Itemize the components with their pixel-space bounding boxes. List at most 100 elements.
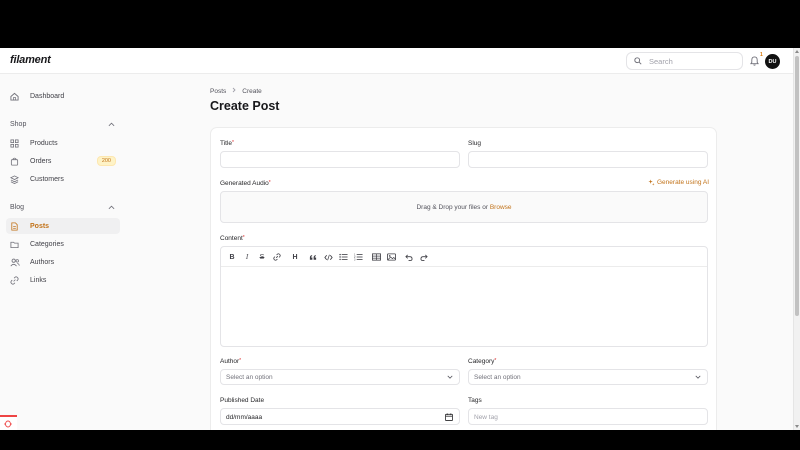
sidebar-item-orders[interactable]: Orders 200 xyxy=(6,153,120,169)
sidebar: Dashboard Shop Products Orders 200 Custo… xyxy=(0,74,125,430)
category-select-placeholder: Select an option xyxy=(474,374,521,381)
generate-using-ai-link[interactable]: Generate using AI xyxy=(648,179,709,186)
sidebar-item-label: Authors xyxy=(30,258,55,266)
category-label: Category* xyxy=(468,358,496,365)
ordered-list-button[interactable]: 123 xyxy=(353,252,363,262)
sidebar-item-posts[interactable]: Posts xyxy=(6,218,120,234)
category-select[interactable]: Select an option xyxy=(468,369,708,385)
required-mark: * xyxy=(239,358,242,364)
bug-icon xyxy=(4,420,12,428)
blockquote-button[interactable] xyxy=(308,252,318,262)
sidebar-item-links[interactable]: Links xyxy=(6,272,120,288)
published-date-label: Published Date xyxy=(220,397,265,404)
scrollbar-thumb[interactable] xyxy=(795,56,799,316)
redo-button[interactable] xyxy=(419,252,429,262)
sidebar-group-shop[interactable]: Shop xyxy=(10,121,26,128)
chevron-up-icon[interactable] xyxy=(108,205,115,210)
chevron-right-icon xyxy=(232,87,236,95)
grid-icon xyxy=(10,138,26,148)
scroll-down-arrow-icon[interactable] xyxy=(795,425,799,428)
page-title: Create Post xyxy=(210,99,280,113)
chevron-down-icon xyxy=(695,375,701,379)
author-label-text: Author xyxy=(220,358,240,365)
tags-input[interactable]: New tag xyxy=(468,408,708,425)
required-mark: * xyxy=(494,358,497,364)
author-select[interactable]: Select an option xyxy=(220,369,460,385)
dropzone-instructions: Drag & Drop your files or xyxy=(416,204,489,211)
search-icon xyxy=(634,57,642,65)
scroll-up-arrow-icon[interactable] xyxy=(795,50,799,53)
sidebar-item-label: Products xyxy=(30,139,58,147)
bullet-list-icon xyxy=(338,253,348,261)
redo-icon xyxy=(420,254,428,261)
generate-using-ai-label: Generate using AI xyxy=(657,179,710,186)
bold-button[interactable]: B xyxy=(227,252,237,262)
quote-icon xyxy=(309,254,317,260)
sidebar-item-dashboard[interactable]: Dashboard xyxy=(6,88,120,104)
slug-input[interactable] xyxy=(468,151,708,168)
sidebar-group-blog[interactable]: Blog xyxy=(10,204,24,211)
breadcrumb-current: Create xyxy=(242,87,262,95)
title-input[interactable] xyxy=(220,151,460,168)
slug-label: Slug xyxy=(468,140,482,147)
chevron-down-icon xyxy=(447,375,453,379)
audio-dropzone[interactable]: Drag & Drop your files or Browse xyxy=(220,191,708,223)
sidebar-item-authors[interactable]: Authors xyxy=(6,254,120,270)
required-mark: * xyxy=(242,235,245,241)
author-select-placeholder: Select an option xyxy=(226,374,273,381)
undo-icon xyxy=(405,254,413,261)
svg-text:3: 3 xyxy=(354,259,356,261)
chevron-up-icon[interactable] xyxy=(108,122,115,127)
notifications-bell-icon[interactable] xyxy=(750,56,759,66)
rich-text-editor[interactable]: B I S H 123 xyxy=(220,246,708,347)
dropzone-text: Drag & Drop your files or Browse xyxy=(221,204,707,211)
create-post-form: Title* Slug Generated Audio* Generate us… xyxy=(210,127,717,430)
sidebar-item-customers[interactable]: Customers xyxy=(6,171,120,187)
bullet-list-button[interactable] xyxy=(338,252,348,262)
home-icon xyxy=(10,92,26,101)
debug-widget[interactable] xyxy=(0,415,17,430)
breadcrumb-posts-link[interactable]: Posts xyxy=(210,88,226,95)
sparkles-icon xyxy=(648,179,655,186)
title-label-text: Title xyxy=(220,140,233,147)
sidebar-item-label: Dashboard xyxy=(30,92,65,100)
published-date-value: dd/mm/aaaa xyxy=(226,414,263,421)
browse-link[interactable]: Browse xyxy=(490,204,512,211)
global-search[interactable] xyxy=(626,52,743,70)
table-button[interactable] xyxy=(371,252,381,262)
folder-icon xyxy=(10,240,26,249)
search-input[interactable] xyxy=(649,54,739,68)
user-avatar[interactable]: DU xyxy=(765,54,780,69)
calendar-icon[interactable] xyxy=(445,413,453,421)
content-label-text: Content xyxy=(220,235,243,242)
notification-count-badge: 1 xyxy=(760,52,763,58)
tags-label: Tags xyxy=(468,397,482,404)
link-icon xyxy=(10,275,26,285)
sidebar-item-products[interactable]: Products xyxy=(6,135,120,151)
generated-audio-label: Generated Audio* xyxy=(220,180,271,187)
topbar: filament 1 DU xyxy=(0,48,793,74)
strike-button[interactable]: S xyxy=(257,252,267,262)
image-button[interactable] xyxy=(386,252,396,262)
table-icon xyxy=(371,253,381,261)
editor-toolbar: B I S H 123 xyxy=(221,247,707,267)
app-logo[interactable]: filament xyxy=(10,54,51,66)
published-date-input[interactable]: dd/mm/aaaa xyxy=(220,408,460,425)
link-button[interactable] xyxy=(272,252,282,262)
italic-button[interactable]: I xyxy=(242,252,252,262)
page-scrollbar[interactable] xyxy=(793,48,800,430)
breadcrumb: Posts Create xyxy=(210,87,262,95)
sidebar-item-label: Categories xyxy=(30,240,64,248)
required-mark: * xyxy=(232,140,234,146)
customers-stack-icon xyxy=(10,174,26,184)
content-label: Content* xyxy=(220,235,245,242)
sidebar-item-categories[interactable]: Categories xyxy=(6,236,120,252)
document-icon xyxy=(10,221,26,231)
required-mark: * xyxy=(268,180,271,186)
author-label: Author* xyxy=(220,358,241,365)
undo-button[interactable] xyxy=(404,252,414,262)
category-label-text: Category xyxy=(468,358,495,365)
heading-button[interactable]: H xyxy=(290,252,300,262)
code-button[interactable] xyxy=(323,252,333,262)
link-icon xyxy=(273,253,281,261)
